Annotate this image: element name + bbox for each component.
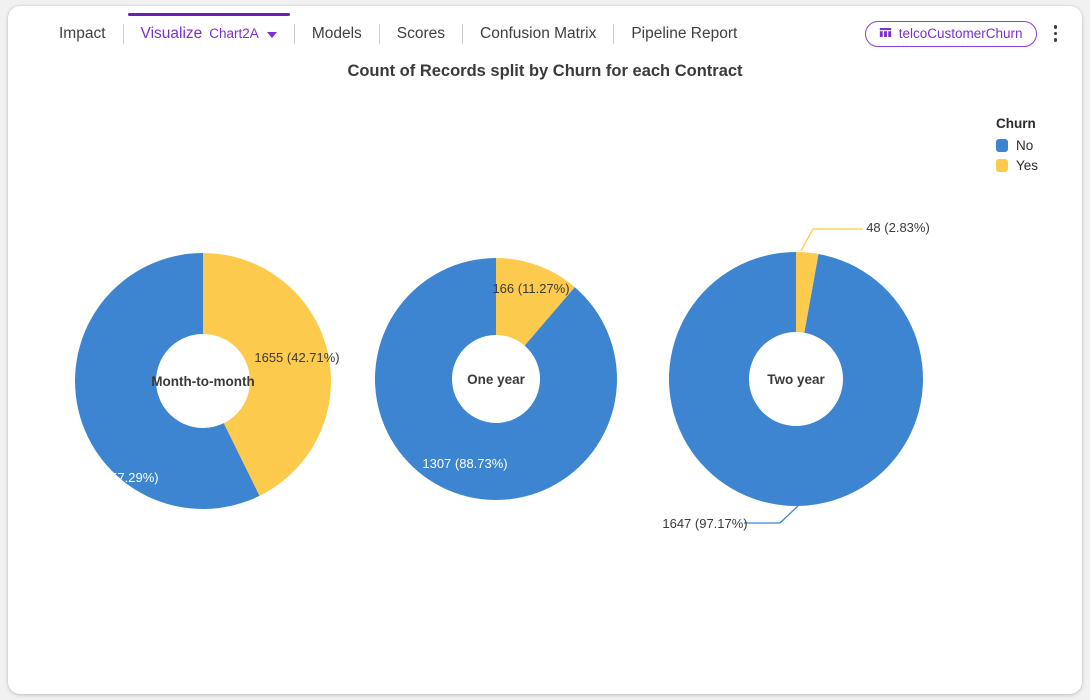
dataset-chip-label: telcoCustomerChurn bbox=[898, 26, 1023, 41]
tab-models[interactable]: Models bbox=[295, 6, 379, 61]
donut-1: Month-to-month 2220 (57.29%) 1655 (42.71%) bbox=[73, 253, 340, 509]
slice-value-label-yes: 166 (11.27%) bbox=[492, 281, 569, 296]
donut-center-label: One year bbox=[467, 372, 526, 387]
legend-item-yes[interactable]: Yes bbox=[996, 155, 1082, 175]
tab-impact-label: Impact bbox=[59, 25, 106, 42]
tab-pipeline-report[interactable]: Pipeline Report bbox=[614, 6, 754, 61]
legend-label-yes: Yes bbox=[1016, 157, 1039, 173]
slice-value-label-no: 2220 (57.29%) bbox=[73, 470, 158, 485]
legend-title: Churn bbox=[996, 116, 1036, 131]
tab-confusion-matrix[interactable]: Confusion Matrix bbox=[463, 6, 613, 61]
donut-center-label: Two year bbox=[767, 372, 825, 387]
leader-line-no bbox=[744, 505, 799, 524]
legend-swatch-yes bbox=[996, 158, 1008, 172]
app-card: Impact Visualize Chart2A Models Scores C… bbox=[8, 6, 1082, 694]
dataset-chip[interactable]: telcoCustomerChurn bbox=[864, 20, 1037, 47]
tab-scores[interactable]: Scores bbox=[380, 6, 462, 61]
chevron-down-icon[interactable] bbox=[266, 31, 277, 38]
tab-visualize[interactable]: Visualize Chart2A bbox=[124, 6, 294, 61]
slice-value-label-no: 1647 (97.17%) bbox=[662, 516, 747, 531]
donut-2: One year 1307 (88.73%) 166 (11.27%) bbox=[375, 258, 617, 500]
chart-title: Count of Records split by Churn for each… bbox=[347, 62, 743, 80]
leader-line-yes bbox=[800, 228, 863, 252]
tab-pipeline-report-label: Pipeline Report bbox=[631, 25, 738, 42]
tab-models-label: Models bbox=[311, 25, 362, 42]
active-tab-indicator bbox=[127, 13, 290, 16]
tab-confusion-matrix-label: Confusion Matrix bbox=[480, 25, 597, 42]
more-vertical-icon[interactable] bbox=[1049, 19, 1063, 48]
chart-legend: Churn No Yes bbox=[996, 116, 1082, 175]
tab-bar: Impact Visualize Chart2A Models Scores C… bbox=[8, 6, 1082, 61]
slice-value-label-yes: 1655 (42.71%) bbox=[254, 350, 339, 365]
tab-impact[interactable]: Impact bbox=[42, 6, 123, 61]
donut-center-label: Month-to-month bbox=[151, 374, 254, 389]
tab-scores-label: Scores bbox=[396, 25, 446, 42]
slice-value-label-no: 1307 (88.73%) bbox=[422, 456, 507, 471]
slice-value-label-yes: 48 (2.83%) bbox=[866, 220, 930, 235]
tab-bar-actions: telcoCustomerChurn bbox=[864, 19, 1063, 48]
donut-3: Two year 1647 (97.17%) 48 (2.83%) bbox=[662, 220, 929, 531]
legend-item-no[interactable]: No bbox=[996, 135, 1082, 155]
table-icon bbox=[879, 26, 892, 42]
legend-swatch-no bbox=[996, 138, 1008, 152]
chart-plot-area: Month-to-month 2220 (57.29%) 1655 (42.71%)… bbox=[8, 86, 1082, 686]
donut-chart-group: Month-to-month 2220 (57.29%) 1655 (42.71%)… bbox=[73, 220, 929, 531]
legend-label-no: No bbox=[1016, 137, 1034, 153]
